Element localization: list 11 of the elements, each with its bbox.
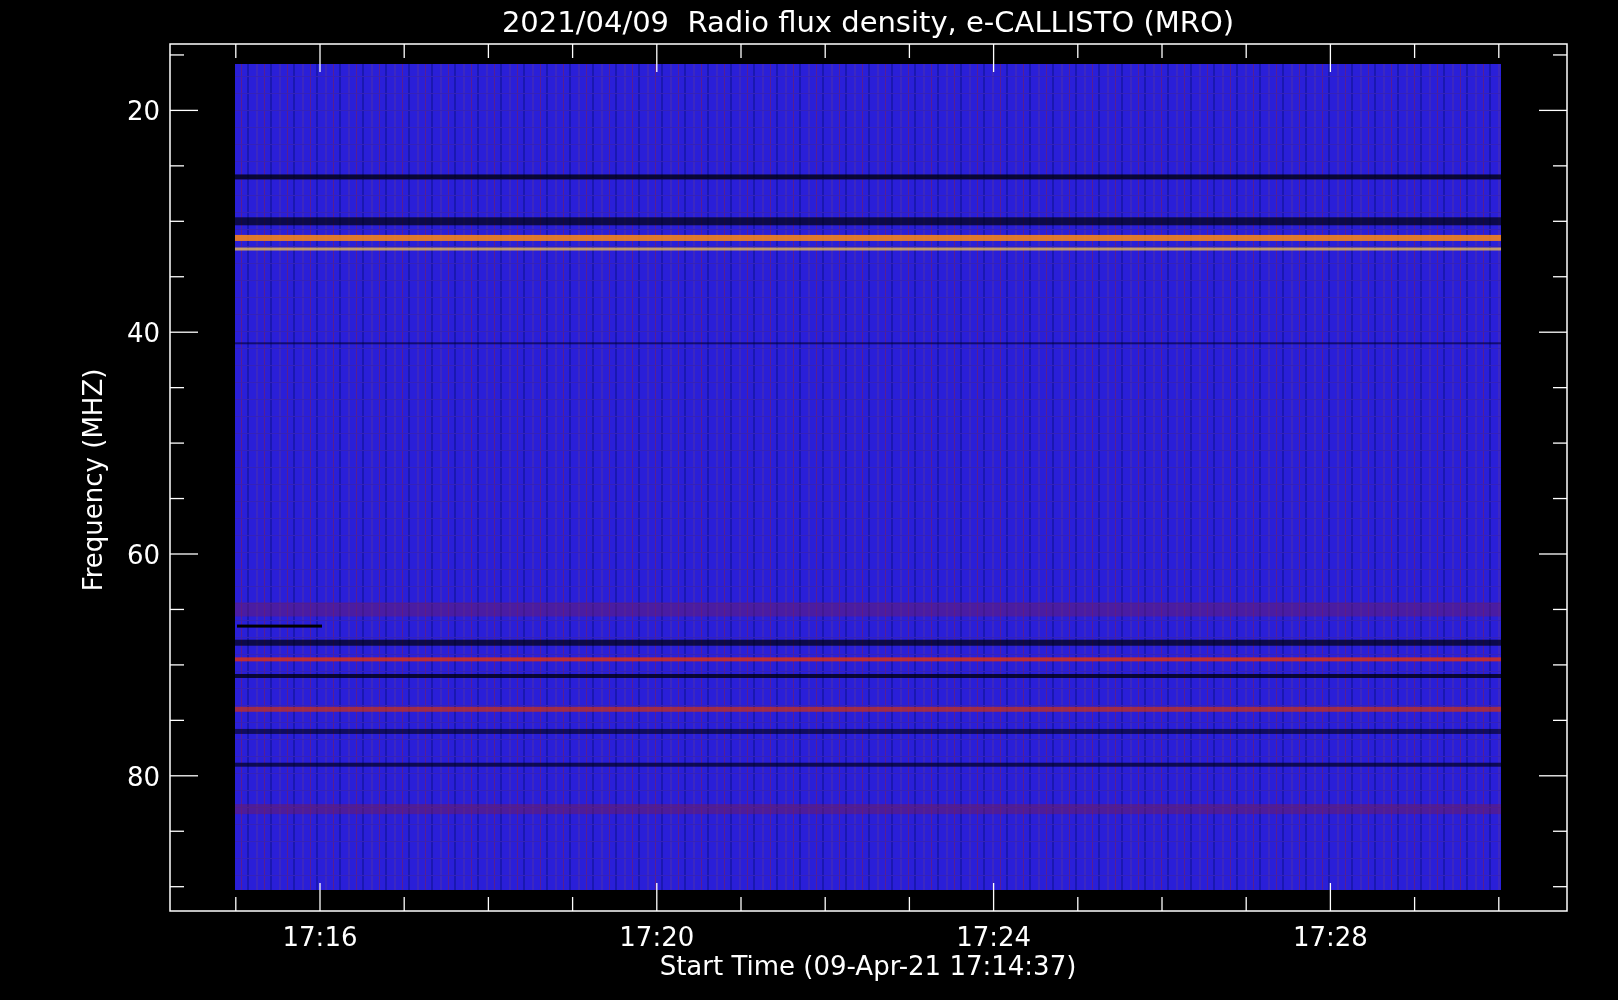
- y-axis-title: Frequency (MHZ): [78, 368, 108, 592]
- y-tick-label: 80: [126, 761, 160, 792]
- x-tick-label: 17:24: [956, 922, 1032, 952]
- x-tick-label: 17:28: [1292, 922, 1368, 952]
- y-tick-label: 40: [126, 318, 160, 349]
- x-tick-label: 17:20: [619, 922, 695, 952]
- y-tick-label: 20: [126, 96, 160, 127]
- plot-title: 2021/04/09 Radio flux density, e-CALLISTO (MRO): [501, 5, 1235, 39]
- y-tick-label: 60: [126, 540, 160, 570]
- x-axis-title: Start Time (09-Apr-21 17:14:37): [659, 951, 1077, 981]
- x-tick-label: 17:16: [282, 922, 358, 952]
